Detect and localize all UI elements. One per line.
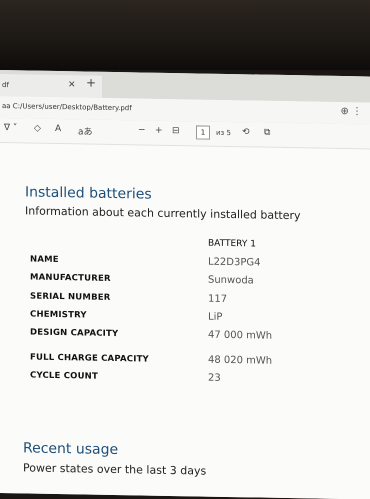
page-total: из 5 <box>216 128 231 138</box>
browser-window: df ✕ + aa C:/Users/user/Desktop/Battery.… <box>0 70 370 499</box>
zoom-in-button[interactable]: + <box>155 126 163 136</box>
fit-page-icon[interactable]: ⊟ <box>172 126 180 136</box>
section-subtitle: Information about each currently install… <box>25 204 301 223</box>
row-value-design-capacity: 47 000 mWh <box>208 329 273 342</box>
section-title: Installed batteries <box>25 184 152 203</box>
eraser-icon[interactable]: ◇ <box>34 124 41 134</box>
row-value-cycle-count: 23 <box>208 372 221 384</box>
battery-column-header: BATTERY 1 <box>208 238 256 250</box>
url-text: aa C:/Users/user/Desktop/Battery.pdf <box>2 102 132 113</box>
row-label-manufacturer: MANUFACTURER <box>30 272 111 284</box>
row-label-design-capacity: DESIGN CAPACITY <box>30 327 119 340</box>
new-tab-icon[interactable]: + <box>86 76 96 90</box>
zoom-out-button[interactable]: − <box>138 125 146 135</box>
read-aloud-button[interactable]: aあ <box>78 124 93 137</box>
row-label-full-charge: FULL CHARGE CAPACITY <box>30 352 149 365</box>
zoom-icon[interactable]: ⊕ ⋮ <box>340 106 362 117</box>
row-value-serial: 117 <box>208 293 228 305</box>
page-view-icon[interactable]: ⧉ <box>264 128 270 138</box>
text-size-button[interactable]: A <box>55 124 61 134</box>
usage-title: Recent usage <box>23 440 119 459</box>
row-value-manufacturer: Sunwoda <box>208 274 254 287</box>
tab-title: df <box>2 81 9 90</box>
usage-subtitle: Power states over the last 3 days <box>23 461 207 478</box>
row-value-name: L22D3PG4 <box>208 256 261 269</box>
row-label-chemistry: CHEMISTRY <box>30 309 87 321</box>
rotate-icon[interactable]: ⟲ <box>242 127 250 137</box>
filter-icon[interactable]: ∇ ˅ <box>4 123 17 133</box>
laptop-bezel <box>0 0 370 70</box>
row-label-serial: SERIAL NUMBER <box>30 291 111 303</box>
row-label-cycle-count: CYCLE COUNT <box>30 370 98 382</box>
pdf-page: Installed batteries Information about ea… <box>0 143 370 499</box>
page-number-input[interactable]: 1 <box>196 125 210 140</box>
row-value-chemistry: LiP <box>208 311 223 323</box>
row-label-name: NAME <box>30 254 59 266</box>
close-tab-icon[interactable]: ✕ <box>68 80 76 90</box>
row-value-full-charge: 48 020 mWh <box>208 354 273 367</box>
